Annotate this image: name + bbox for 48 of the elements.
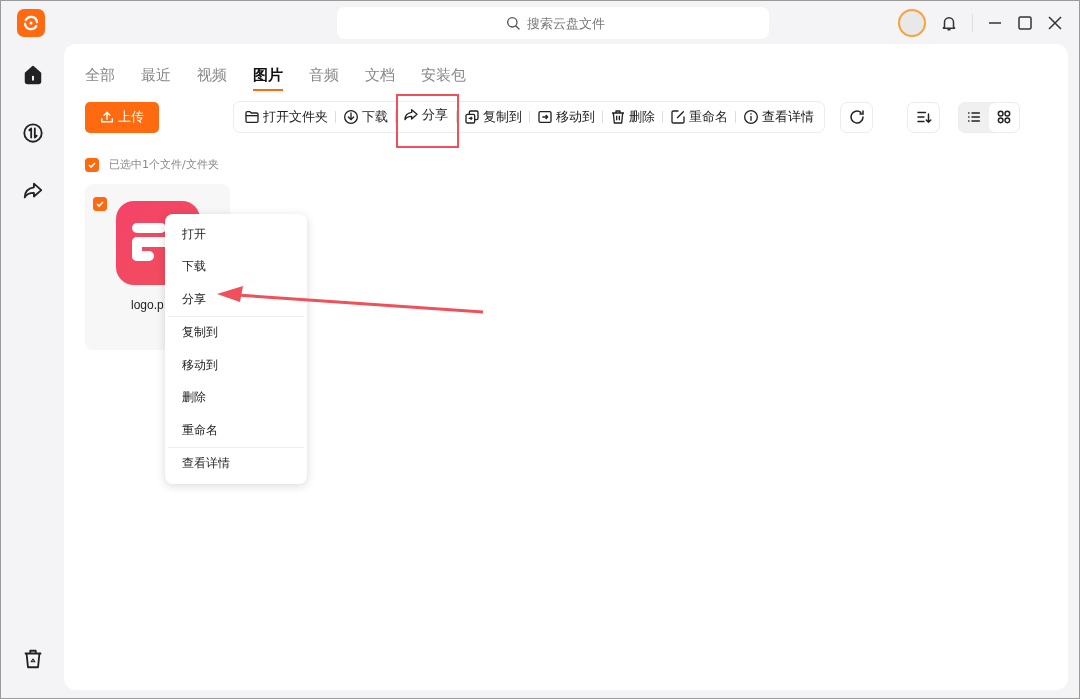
toolbar-button[interactable]: 移动到	[533, 102, 599, 132]
transfer-icon	[21, 122, 44, 144]
tab[interactable]: 图片	[253, 64, 283, 91]
move-icon	[537, 109, 553, 125]
tab[interactable]: 全部	[85, 64, 115, 91]
edit-icon	[670, 109, 686, 125]
close-icon[interactable]	[1047, 14, 1063, 31]
grid-icon	[996, 109, 1012, 125]
checkmark-icon	[95, 199, 105, 209]
toolbar-button[interactable]: 重命名	[666, 102, 732, 132]
search-icon	[505, 15, 521, 31]
toolbar-button[interactable]: 分享	[396, 94, 459, 148]
app-logo-icon	[17, 8, 45, 37]
list-icon	[966, 109, 982, 125]
tab[interactable]: 文档	[365, 64, 395, 91]
download-icon	[343, 109, 359, 125]
refresh-icon	[847, 108, 866, 126]
refresh-button[interactable]	[840, 101, 873, 133]
selection-count: 已选中1个文件/文件夹	[109, 157, 219, 172]
toolbar-button[interactable]: 复制到	[460, 102, 526, 132]
checkbox[interactable]	[93, 197, 107, 211]
menu-item[interactable]: 查看详情	[165, 447, 307, 480]
search-field[interactable]: 搜索云盘文件	[337, 7, 769, 39]
view-button[interactable]	[989, 102, 1019, 132]
menu-item[interactable]: 重命名	[165, 414, 307, 447]
menu-item[interactable]: 移动到	[165, 349, 307, 382]
checkbox[interactable]	[85, 157, 99, 172]
tab[interactable]: 音频	[309, 64, 339, 91]
checkmark-icon	[87, 159, 97, 170]
folder-icon	[244, 109, 260, 125]
maximize-icon[interactable]	[1017, 14, 1033, 31]
upload-icon	[100, 110, 114, 124]
toolbar-button[interactable]: 删除	[606, 102, 659, 132]
menu-item[interactable]: 删除	[165, 381, 307, 414]
menu-item[interactable]: 分享	[165, 283, 307, 316]
tab[interactable]: 安装包	[421, 64, 466, 91]
file-name: logo.p	[131, 298, 164, 312]
tab[interactable]: 最近	[141, 64, 171, 91]
info-icon	[743, 109, 759, 125]
toolbar-button[interactable]: 查看详情	[739, 102, 818, 132]
share-icon	[403, 107, 419, 123]
toolbar-button[interactable]: 下载	[339, 102, 392, 132]
toolbar-button[interactable]: 打开文件夹	[240, 102, 332, 132]
sort-button[interactable]	[907, 101, 940, 133]
copy-icon	[464, 109, 480, 125]
tab[interactable]: 视频	[197, 64, 227, 91]
sidebar-item[interactable]	[21, 122, 44, 144]
delete-icon	[610, 109, 626, 125]
